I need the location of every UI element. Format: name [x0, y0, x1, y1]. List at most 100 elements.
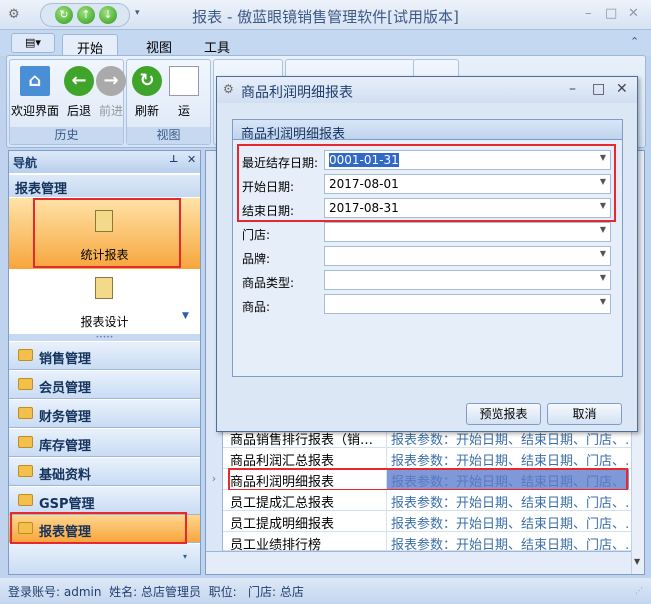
dropdown-icon[interactable]: ▼ [600, 249, 606, 258]
dialog-minimize-icon[interactable]: – [569, 81, 576, 97]
dialog-close-icon[interactable]: ✕ [616, 81, 628, 97]
forward-button[interactable]: → 前进 [96, 66, 126, 119]
cancel-button[interactable]: 取消 [547, 403, 622, 425]
history-group: ⌂ 欢迎界面 ← 后退 → 前进 历史 [9, 59, 126, 145]
product-label: 商品: [242, 300, 271, 314]
nav-header-label: 导航 [13, 156, 38, 170]
minimize-icon[interactable]: – [585, 6, 592, 21]
close-nav-icon[interactable]: ✕ [187, 153, 196, 166]
dialog-app-icon: ⚙ [223, 82, 234, 96]
folder-icon [18, 494, 33, 506]
highlight-box [33, 198, 181, 268]
folder-icon [18, 436, 33, 448]
dialog-title: 商品利润明细报表 [241, 85, 353, 101]
ribbon-tabs: ▤▾ 开始 视图 工具 ⌃ [0, 30, 651, 57]
window-title: 报表 - 傲蓝眼镜销售管理软件[试用版本] [192, 8, 459, 26]
navigation-pane: 导航 ⊥ ✕ 报表管理 统计报表 报表设计 ▼ ••••• 销售管理 会员管理 财务… [8, 150, 201, 575]
scroll-down-icon[interactable]: ▼ [182, 311, 189, 321]
brand-label: 品牌: [242, 252, 271, 266]
product-field[interactable]: ▼ [324, 294, 611, 314]
refresh-button[interactable]: ↻ 刷新 [129, 66, 165, 119]
history-group-label: 历史 [10, 127, 123, 144]
collapse-ribbon-icon[interactable]: ⌃ [630, 35, 639, 48]
table-row[interactable]: 员工业绩排行榜 报表参数：开始日期、结束日期、门店、… [206, 532, 631, 553]
nav-options-icon[interactable]: ▾ [183, 552, 187, 561]
back-button[interactable]: ← 后退 [62, 66, 96, 119]
group-title: 商品利润明细报表 [233, 120, 622, 142]
nav-header: 导航 ⊥ ✕ [9, 151, 200, 173]
report-name: 员工提成明细报表 [230, 517, 335, 532]
highlight-box [10, 512, 187, 544]
preview-report-button[interactable]: 预览报表 [466, 403, 541, 425]
parameter-group: 商品利润明细报表 最近结存日期: 0001-01-31 ▼ 开始日期: 2017-… [232, 119, 623, 377]
splitter[interactable]: ••••• [9, 334, 200, 341]
product-type-field[interactable]: ▼ [324, 270, 611, 290]
nav-group-members[interactable]: 会员管理 [9, 371, 200, 399]
brand-field[interactable]: ▼ [324, 246, 611, 266]
report-design-label: 报表设计 [80, 315, 129, 329]
dialog-title-bar: ⚙ 商品利润明细报表 – □ ✕ [217, 77, 637, 103]
status-text: 登录账号: admin 姓名: 总店管理员 职位: 门店: 总店 [8, 585, 304, 599]
tab-view[interactable]: 视图 [132, 34, 186, 56]
nav-group-finance[interactable]: 财务管理 [9, 400, 200, 428]
table-row[interactable]: 员工提成明细报表 报表参数：开始日期、结束日期、门店、… [206, 511, 631, 532]
folder-icon [18, 349, 33, 361]
nav-footer: ▾ [9, 544, 200, 574]
group-label: 会员管理 [39, 381, 92, 396]
nav-group-inventory[interactable]: 库存管理 [9, 429, 200, 457]
nav-group-basic-data[interactable]: 基础资料 [9, 458, 200, 486]
scroll-down-arrow-icon[interactable]: ▼ [634, 557, 640, 566]
nav-section-title: 报表管理 [9, 175, 200, 197]
forward-arrow-icon: → [96, 66, 126, 96]
view-group-label: 视图 [127, 127, 210, 144]
dropdown-icon[interactable]: ▼ [600, 225, 606, 234]
dialog-maximize-icon[interactable]: □ [592, 81, 605, 97]
report-params: 报表参数：开始日期、结束日期、门店、… [386, 490, 629, 510]
welcome-label: 欢迎界面 [10, 104, 59, 118]
group-label: 销售管理 [39, 352, 92, 367]
nav-group-sales[interactable]: 销售管理 [9, 342, 200, 370]
row-selector[interactable] [206, 490, 223, 511]
grid-footer [206, 551, 631, 573]
nav-group-gsp[interactable]: GSP管理 [9, 487, 200, 515]
table-row[interactable]: 员工提成汇总报表 报表参数：开始日期、结束日期、门店、… [206, 490, 631, 511]
run-button[interactable]: 运 [169, 66, 199, 119]
group-label: 财务管理 [39, 410, 92, 425]
forward-label: 前进 [98, 104, 123, 118]
folder-icon [18, 465, 33, 477]
refresh-big-icon: ↻ [132, 66, 162, 96]
report-params: 报表参数：开始日期、结束日期、门店、… [386, 511, 629, 531]
row-selector[interactable]: › [206, 469, 223, 490]
refresh-label: 刷新 [134, 104, 159, 118]
pin-icon[interactable]: ⊥ [169, 154, 178, 165]
table-row[interactable]: 商品利润汇总报表 报表参数：开始日期、结束日期、门店、… [206, 448, 631, 469]
tab-tools[interactable]: 工具 [190, 34, 244, 56]
report-name: 商品利润汇总报表 [230, 454, 335, 469]
close-icon[interactable]: ✕ [628, 6, 639, 21]
group-label: GSP管理 [39, 497, 95, 512]
status-bar: 登录账号: admin 姓名: 总店管理员 职位: 门店: 总店 ⋰ [0, 578, 651, 604]
app-menu-button[interactable]: ▤▾ [11, 33, 55, 53]
clipboard-edit-icon [95, 277, 113, 299]
store-field[interactable]: ▼ [324, 222, 611, 242]
row-selector[interactable] [206, 511, 223, 532]
resize-grip-icon[interactable]: ⋰ [635, 586, 643, 595]
back-label: 后退 [66, 104, 91, 118]
group-label: 基础资料 [39, 468, 92, 483]
row-selector[interactable] [206, 448, 223, 469]
nav-item-report-design[interactable]: 报表设计 ▼ [9, 269, 200, 334]
report-params: 报表参数：开始日期、结束日期、门店、… [386, 448, 629, 468]
folder-icon [18, 378, 33, 390]
dropdown-icon[interactable]: ▼ [600, 273, 606, 282]
highlight-box [237, 144, 616, 222]
maximize-icon[interactable]: □ [605, 6, 617, 21]
store-label: 门店: [242, 228, 271, 242]
welcome-button[interactable]: ⌂ 欢迎界面 [10, 66, 60, 119]
highlight-box [228, 468, 628, 491]
document-icon [169, 66, 199, 96]
dropdown-icon[interactable]: ▼ [600, 297, 606, 306]
row-selector[interactable] [206, 532, 223, 553]
tab-start[interactable]: 开始 [62, 34, 119, 57]
report-dialog: ⚙ 商品利润明细报表 – □ ✕ 商品利润明细报表 最近结存日期: 0001-0… [216, 76, 638, 432]
report-name: 员工提成汇总报表 [230, 496, 335, 511]
